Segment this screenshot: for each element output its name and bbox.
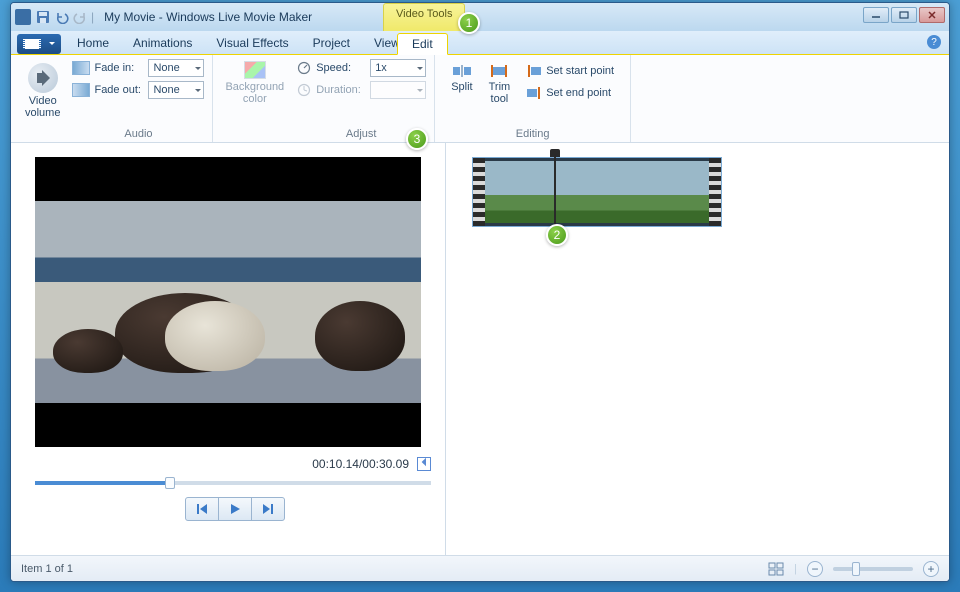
fade-out-label: Fade out: [94,84,144,96]
duration-icon [296,82,312,98]
fade-out-dropdown[interactable]: None [148,81,204,99]
ribbon-tabs: Home Animations Visual Effects Project V… [11,31,949,55]
redo-icon[interactable] [73,10,87,24]
ribbon: Video volume Fade in: None Fade out: Non… [11,55,949,143]
seek-bar[interactable] [35,481,431,485]
help-icon[interactable]: ? [927,35,941,49]
video-preview[interactable] [35,157,421,447]
time-counter: 00:10.14/00:30.09 [312,457,409,471]
minimize-button[interactable] [863,7,889,23]
save-icon[interactable] [35,9,51,25]
undo-icon[interactable] [55,10,69,24]
next-frame-button[interactable] [251,497,285,521]
status-bar: Item 1 of 1 | − + [11,555,949,581]
trim-label: Trim tool [489,81,511,105]
zoom-out-button[interactable]: − [807,561,823,577]
tab-edit[interactable]: Edit [397,33,448,55]
duration-dropdown [370,81,426,99]
fade-in-label: Fade in: [94,62,144,74]
title-bar: | My Movie - Windows Live Movie Maker Vi… [11,3,949,31]
video-clip[interactable] [472,157,722,227]
speed-icon [296,60,312,76]
app-window: | My Movie - Windows Live Movie Maker Vi… [10,2,950,582]
timeline-pane[interactable] [446,143,949,555]
play-button[interactable] [218,497,252,521]
video-volume-button[interactable]: Video volume [19,59,66,123]
set-end-point-button[interactable]: Set end point [522,85,618,101]
background-color-button: Background color [221,59,288,107]
tab-project[interactable]: Project [301,32,362,54]
split-icon [452,63,472,79]
contextual-tab-label: Video Tools [383,3,465,31]
zoom-slider[interactable] [833,567,913,571]
set-end-label: Set end point [546,87,611,99]
tab-visual-effects[interactable]: Visual Effects [204,32,300,54]
app-icon [15,9,31,25]
status-item-count: Item 1 of 1 [21,563,73,575]
trim-button[interactable]: Trim tool [481,59,519,109]
speaker-icon [28,63,58,93]
zoom-in-button[interactable]: + [923,561,939,577]
audio-group-label: Audio [72,128,204,140]
set-start-label: Set start point [546,65,614,77]
file-menu-button[interactable] [17,34,61,54]
set-start-icon [526,65,542,77]
trim-icon [489,63,509,79]
view-thumbnails-icon[interactable] [768,562,784,576]
split-label: Split [451,81,472,93]
window-title: My Movie - Windows Live Movie Maker [104,10,312,24]
bg-color-label: Background color [225,81,284,105]
video-volume-label: Video volume [25,95,60,119]
fullscreen-button[interactable] [417,457,431,471]
close-button[interactable] [919,7,945,23]
annotation-badge-1: 1 [458,12,480,34]
preview-pane: 00:10.14/00:30.09 [11,143,446,555]
set-start-point-button[interactable]: Set start point [522,63,618,79]
prev-frame-button[interactable] [185,497,219,521]
duration-label: Duration: [316,84,366,96]
editing-group-label: Editing [443,128,622,140]
tab-home[interactable]: Home [65,32,121,54]
content-area: 00:10.14/00:30.09 [11,143,949,555]
split-button[interactable]: Split [443,59,480,109]
maximize-button[interactable] [891,7,917,23]
palette-icon [244,61,266,79]
annotation-badge-2: 2 [546,224,568,246]
fade-out-icon [72,83,90,97]
set-end-icon [526,87,542,99]
speed-label: Speed: [316,62,366,74]
fade-in-icon [72,61,90,75]
tab-animations[interactable]: Animations [121,32,204,54]
annotation-badge-3: 3 [406,128,428,150]
fade-in-dropdown[interactable]: None [148,59,204,77]
speed-dropdown[interactable]: 1x [370,59,426,77]
playhead[interactable] [554,151,556,233]
